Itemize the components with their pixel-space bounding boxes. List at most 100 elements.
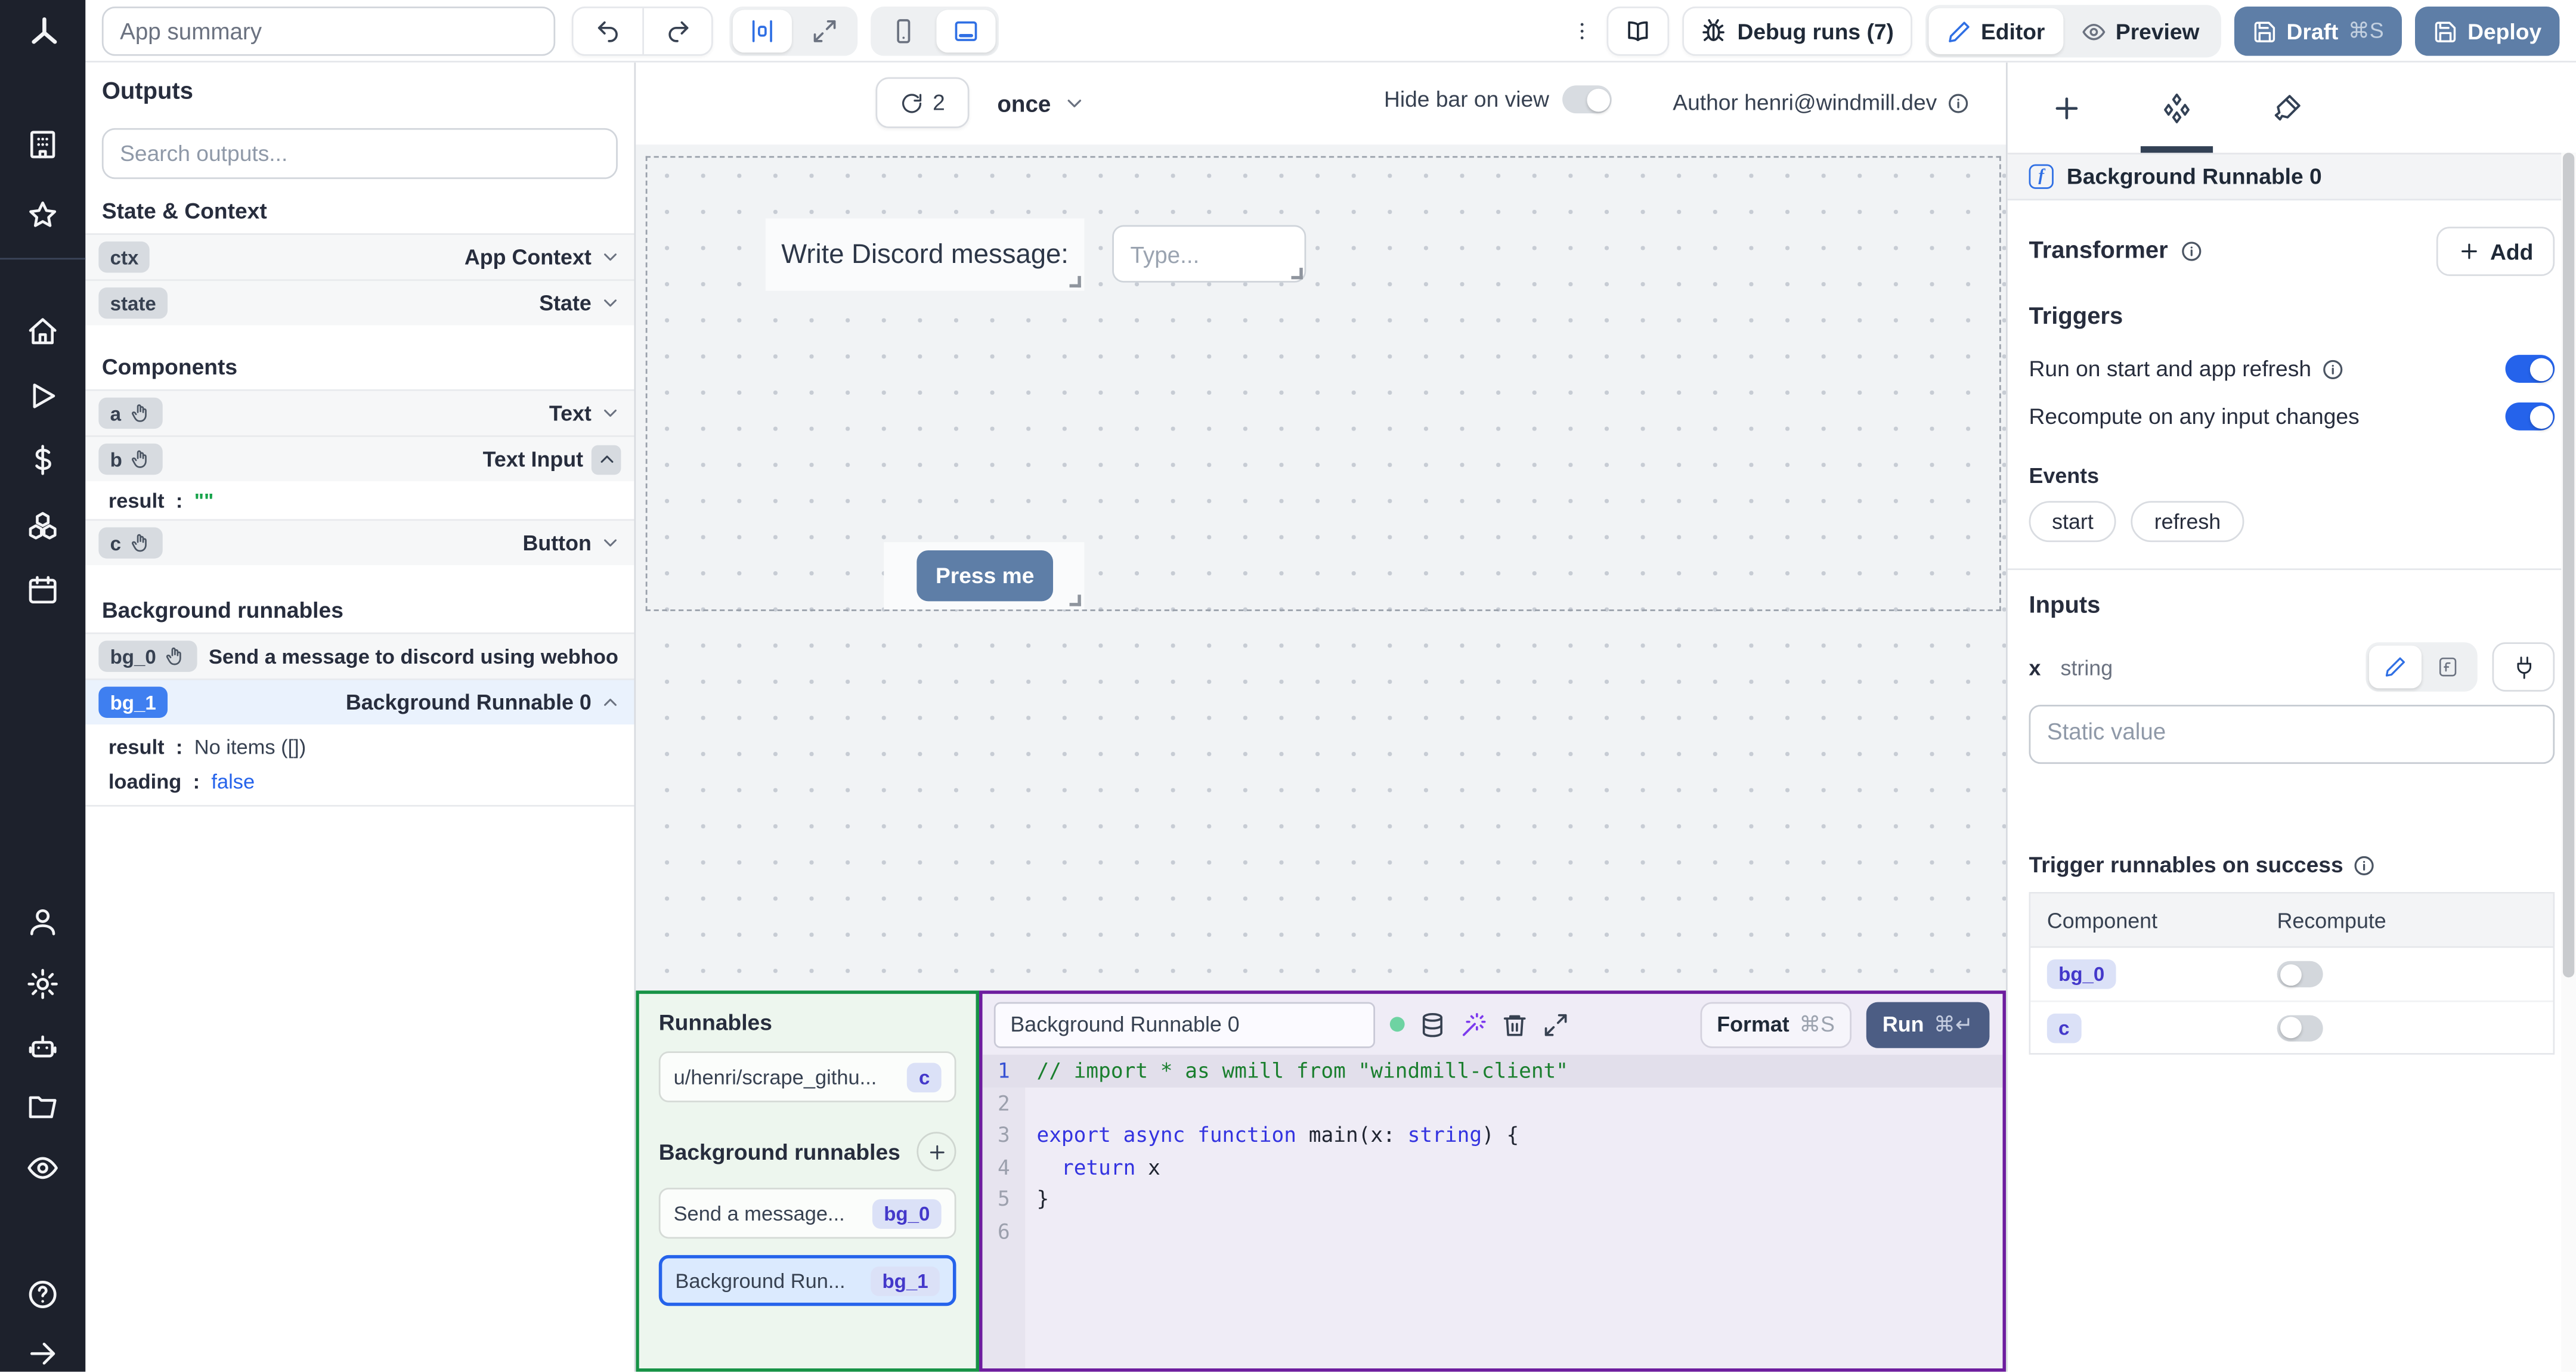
add-transformer-button[interactable]: Add [2436,227,2555,276]
tab-connections-icon[interactable] [2140,91,2213,152]
info-icon[interactable] [2353,853,2376,877]
bg1-badge[interactable]: bg_1 [98,686,168,718]
code-line[interactable]: 6 [983,1215,2003,1247]
tab-styling-brush-icon[interactable] [2271,91,2303,124]
resize-handle[interactable] [1291,268,1303,280]
b-badge[interactable]: b [98,443,163,475]
ctx-badge[interactable]: ctx [98,241,150,273]
help-icon[interactable] [26,1278,59,1311]
run-button[interactable]: Run ⌘↵ [1866,1001,1990,1048]
redo-button[interactable] [642,8,711,54]
workers-robot-icon[interactable] [26,1030,59,1063]
search-outputs-input[interactable] [101,128,618,179]
runnable-item-c[interactable]: u/henri/scrape_githu... c [658,1051,956,1102]
windmill-logo[interactable] [26,15,59,48]
favorites-star-icon[interactable] [26,199,59,231]
b-result-row[interactable]: result: "" [85,481,634,519]
users-icon[interactable] [26,905,59,938]
collapse-arrow-icon[interactable] [26,1337,59,1370]
bg0-badge[interactable]: bg_0 [2046,959,2116,989]
static-value-textarea[interactable] [2029,704,2555,764]
state-badge[interactable]: state [98,287,168,319]
center-align-button[interactable] [732,10,792,53]
a-badge[interactable]: a [98,397,162,429]
app-summary-input[interactable] [101,7,556,56]
info-icon[interactable] [1947,91,1970,114]
tab-preview[interactable]: Preview [2063,8,2218,54]
runnable-name-input[interactable] [993,1001,1376,1048]
output-row-state[interactable]: state State [85,279,634,326]
press-me-button[interactable]: Press me [917,550,1054,602]
info-icon[interactable] [2321,357,2345,380]
c-badge[interactable]: c [2046,1012,2081,1043]
debug-runs-button[interactable]: Debug runs (7) [1683,7,1912,56]
add-runnable-button[interactable] [917,1132,956,1172]
scrollbar-thumb[interactable] [2562,153,2575,978]
draft-button[interactable]: Draft ⌘S [2234,7,2402,56]
textinput-component[interactable] [1112,225,1306,283]
button-component[interactable]: Press me [884,542,1085,610]
settings-gear-icon[interactable] [26,968,59,1001]
expand-icon[interactable] [1543,1011,1569,1037]
format-button[interactable]: Format ⌘S [1700,1001,1852,1048]
mobile-view-button[interactable] [874,10,933,53]
home-icon[interactable] [26,315,59,348]
refresh-count-button[interactable]: 2 [875,77,970,128]
discord-message-input[interactable] [1112,225,1306,283]
runs-play-icon[interactable] [26,379,59,412]
bg0-row[interactable]: bg_0 Send a message to discord using web… [85,632,634,679]
hide-bar-toggle[interactable] [1562,85,1612,114]
scrollbar-track[interactable] [2561,153,2576,1372]
chevron-down-icon[interactable] [600,246,621,268]
event-start-pill[interactable]: start [2029,501,2117,543]
code-editor[interactable]: 1// import * as wmill from "windmill-cli… [982,1054,2003,1368]
run-on-start-toggle[interactable] [2505,355,2555,383]
c-badge[interactable]: c [98,527,162,559]
frequency-dropdown[interactable]: once [987,77,1095,128]
schedules-calendar-icon[interactable] [26,574,59,606]
c-recompute-toggle[interactable] [2277,1014,2323,1041]
folders-icon[interactable] [26,1091,59,1123]
audit-eye-icon[interactable] [26,1151,59,1184]
docs-button[interactable] [1607,7,1670,56]
component-row-a[interactable]: a Text [85,389,634,436]
chevron-up-icon[interactable] [600,692,621,713]
code-line[interactable]: 5} [983,1183,2003,1215]
bg0-badge[interactable]: bg_0 [98,640,197,672]
chevron-down-icon[interactable] [600,532,621,554]
deploy-button[interactable]: Deploy [2414,7,2560,56]
chevron-down-icon[interactable] [600,292,621,314]
tab-insert-plus-icon[interactable] [2050,91,2083,124]
resources-cubes-icon[interactable] [26,509,59,542]
chevron-down-icon[interactable] [600,402,621,424]
ai-wand-icon[interactable] [1460,1011,1487,1037]
desktop-view-button[interactable] [936,10,996,53]
static-pencil-icon[interactable] [2368,645,2422,689]
eval-fx-icon[interactable] [2422,646,2474,689]
undo-button[interactable] [574,8,643,54]
runnable-item-bg1-selected[interactable]: Background Run... bg_1 [658,1255,956,1306]
database-icon[interactable] [1419,1011,1445,1037]
delete-trash-icon[interactable] [1501,1011,1528,1037]
text-component[interactable]: Write Discord message: [765,218,1085,291]
component-row-b[interactable]: b Text Input [85,435,634,482]
bg1-row[interactable]: bg_1 Background Runnable 0 [85,678,634,724]
variables-dollar-icon[interactable] [26,444,59,476]
runnable-item-bg0[interactable]: Send a message... bg_0 [658,1187,956,1239]
bg1-loading-row[interactable]: loading: false [85,764,634,807]
code-line[interactable]: 4 return x [983,1151,2003,1183]
tab-editor[interactable]: Editor [1928,8,2063,54]
code-line[interactable]: 1// import * as wmill from "windmill-cli… [982,1054,2003,1087]
bg0-recompute-toggle[interactable] [2277,961,2323,987]
chevron-up-icon[interactable] [591,444,621,474]
resize-handle[interactable] [1069,275,1081,288]
more-menu-icon[interactable] [1571,18,1594,44]
event-refresh-pill[interactable]: refresh [2131,501,2244,543]
connect-plug-icon[interactable] [2492,642,2555,692]
info-icon[interactable] [2179,240,2203,263]
resize-handle[interactable] [1069,594,1081,606]
fullscreen-button[interactable] [795,10,854,53]
component-row-c[interactable]: c Button [85,519,634,565]
code-line[interactable]: 2 [983,1087,2003,1119]
code-line[interactable]: 3 export async function main(x: string) { [983,1119,2003,1151]
